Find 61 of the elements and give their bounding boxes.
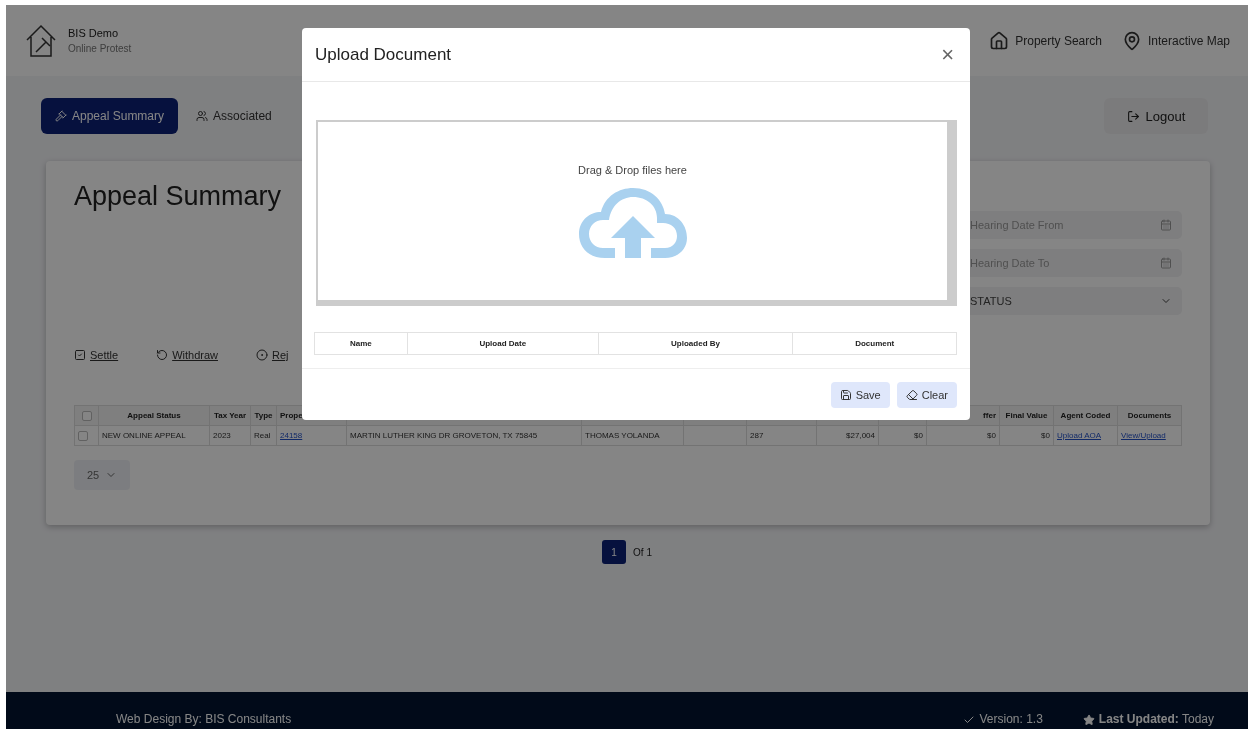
drop-zone[interactable]: Drag & Drop files here: [316, 120, 957, 306]
gavel-icon: [55, 110, 67, 122]
dialog-title: Upload Document: [315, 44, 452, 65]
brand-subtitle: Online Protest: [68, 41, 132, 56]
table-cell: 2023: [213, 431, 231, 440]
calendar-icon: [1160, 257, 1172, 269]
page-button[interactable]: 1: [602, 540, 627, 564]
table-cell: $0: [1041, 431, 1050, 440]
table-link[interactable]: 24158: [280, 431, 303, 440]
footer-credit: Web Design By: BIS Consultants: [116, 712, 292, 726]
header-link[interactable]: Interactive Map: [1121, 30, 1230, 51]
star-icon: [1082, 714, 1095, 726]
action-link[interactable]: Rej: [256, 349, 289, 361]
last-updated-text: Last Updated: Today: [1098, 712, 1214, 726]
page-size-select[interactable]: 25: [74, 460, 130, 490]
column-header: ffer: [983, 411, 996, 420]
page-total: Of 1: [633, 546, 652, 558]
table-cell: MARTIN LUTHER KING DR GROVETON, TX 75845: [350, 431, 538, 440]
column-header: Tax Year: [213, 411, 247, 420]
users-icon: [196, 110, 209, 122]
check-icon: [963, 714, 976, 726]
clear-button[interactable]: Clear: [896, 382, 957, 408]
column-header: Prope: [280, 411, 303, 420]
undo-icon: [156, 349, 169, 361]
logout-icon: [1126, 109, 1140, 123]
cloud-upload-icon: [576, 186, 689, 260]
save-icon: [839, 389, 852, 401]
column-header: Uploaded By: [671, 339, 720, 348]
brand-title: BIS Demo: [68, 25, 120, 41]
action-link[interactable]: Withdraw: [156, 349, 218, 361]
table-cell: Real: [254, 431, 271, 440]
close-button[interactable]: ×: [937, 41, 958, 68]
column-header: Appeal Status: [127, 411, 181, 420]
row-checkbox[interactable]: [78, 430, 88, 441]
nav-tab[interactable]: Appeal Summary: [41, 98, 179, 134]
calendar-icon: [1160, 219, 1172, 231]
circle-dot-icon: [256, 349, 268, 361]
table-cell: $27,004: [846, 431, 875, 440]
column-header: Agent Coded: [1060, 411, 1111, 420]
column-header: Type: [254, 411, 273, 420]
table-cell: 287: [750, 431, 764, 440]
column-header: Upload Date: [479, 339, 527, 348]
checkbox-icon: [74, 349, 86, 361]
house-icon: [989, 30, 1010, 51]
table-cell: $0: [987, 431, 996, 440]
save-button[interactable]: Save: [830, 382, 890, 408]
action-link[interactable]: Settle: [74, 349, 119, 361]
logout-button[interactable]: Logout: [1104, 98, 1208, 134]
column-header: Documents: [1127, 411, 1172, 420]
header-link[interactable]: Property Search: [989, 30, 1102, 51]
column-header: Document: [855, 339, 895, 348]
select-all-checkbox[interactable]: [81, 410, 92, 421]
page-title: Appeal Summary: [74, 181, 282, 213]
version-text: Version: 1.3: [979, 712, 1043, 726]
nav-tab[interactable]: Associated: [182, 98, 286, 134]
table-cell: NEW ONLINE APPEAL: [102, 431, 186, 440]
column-header: Name: [350, 339, 372, 348]
eraser-icon: [905, 389, 918, 401]
table-cell: $0: [914, 431, 923, 440]
column-header: Final Value: [1005, 411, 1048, 420]
table-cell: THOMAS YOLANDA: [585, 431, 660, 440]
